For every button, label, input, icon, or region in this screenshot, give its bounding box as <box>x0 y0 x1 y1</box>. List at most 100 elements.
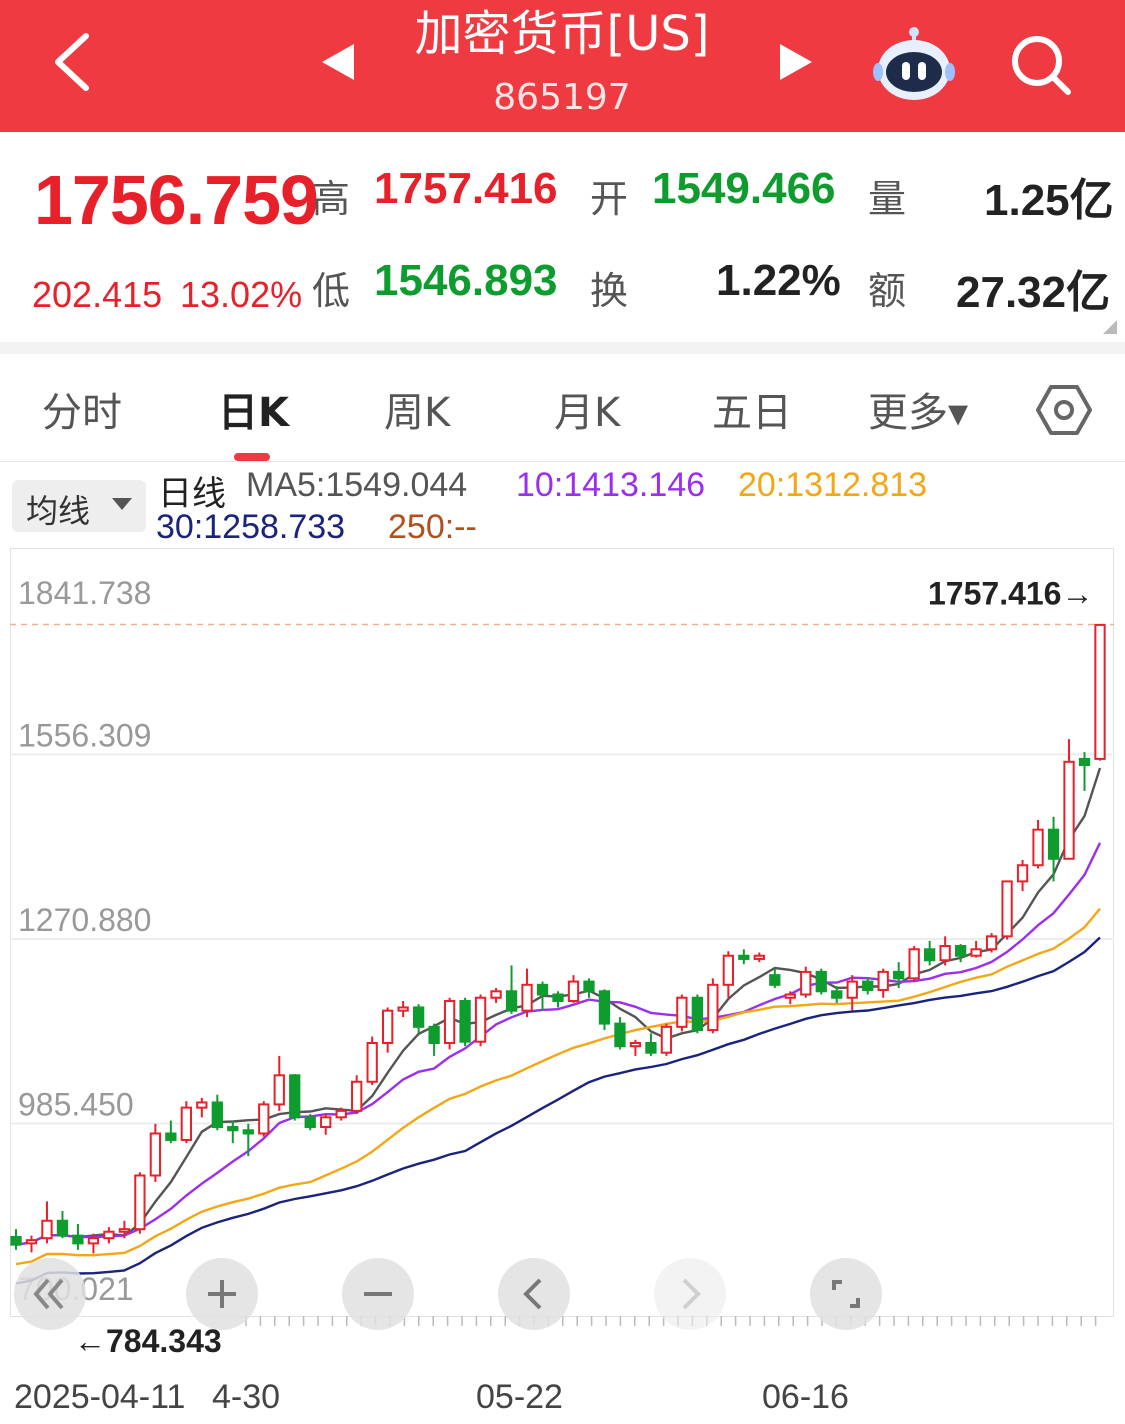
candle-up <box>134 1174 146 1231</box>
candle-up <box>985 935 998 951</box>
x-tick-label: 05-22 <box>476 1378 563 1416</box>
active-tab-indicator <box>234 453 270 461</box>
last-price: 1756.759 <box>34 161 319 239</box>
reset-view-button[interactable] <box>14 1258 86 1330</box>
candle-down <box>614 1022 626 1048</box>
tab-daily-k[interactable]: 日K <box>218 380 289 438</box>
chevron-left-icon <box>523 1278 542 1310</box>
zoom-in-button[interactable] <box>186 1258 258 1330</box>
open-label: 开 <box>590 177 629 221</box>
chart-frame <box>10 548 1114 1317</box>
candle-down <box>289 1074 301 1119</box>
back-chevron-icon[interactable] <box>40 22 110 102</box>
candle-up <box>846 980 858 999</box>
y-tick-label: 1556.309 <box>18 717 151 753</box>
zoom-out-button[interactable] <box>342 1258 414 1330</box>
high-label: 高 <box>312 177 351 221</box>
candle-up <box>567 980 580 1002</box>
candle-up <box>320 1116 332 1129</box>
candle-up <box>149 1132 162 1177</box>
candle-down <box>552 993 564 1002</box>
candle-up <box>722 954 734 986</box>
scroll-right-button[interactable] <box>654 1258 726 1330</box>
volume-value: 1.25亿 <box>984 176 1114 225</box>
candle-up <box>676 996 688 1028</box>
candle-up <box>1063 760 1075 860</box>
ma-type-dropdown[interactable]: 均线 <box>12 480 146 532</box>
double-chevron-left-icon <box>33 1278 64 1310</box>
search-icon[interactable] <box>1006 30 1076 100</box>
period-tabs: 分时 日K 周K 月K 五日 更多▾ <box>0 354 1125 462</box>
fullscreen-button[interactable] <box>810 1258 882 1330</box>
scroll-left-button[interactable] <box>498 1258 570 1330</box>
candle-up <box>41 1219 53 1240</box>
candle-down <box>862 980 874 991</box>
candle-up <box>397 1006 409 1012</box>
candle-up <box>629 1041 642 1048</box>
previous-stock-icon[interactable] <box>318 40 362 84</box>
candle-down <box>211 1101 223 1129</box>
turnover-value: 1.22% <box>716 256 841 305</box>
x-tick-label: 06-16 <box>762 1378 849 1416</box>
candle-up <box>707 983 719 1032</box>
ma10-readout: 10:1413.146 <box>516 466 706 504</box>
quote-panel: 1756.759 202.415 13.02% 高 1757.416 低 154… <box>0 132 1125 342</box>
ma-line-ma20 <box>15 907 1101 1266</box>
tab-more[interactable]: 更多▾ <box>868 380 968 438</box>
stock-code: 865197 <box>493 77 631 118</box>
candle-down <box>1078 757 1091 767</box>
candle-up <box>474 996 487 1043</box>
candle-down <box>10 1235 22 1246</box>
section-divider <box>0 342 1125 354</box>
candle-up <box>800 970 812 996</box>
candle-up <box>25 1239 38 1245</box>
candle-down <box>893 970 905 980</box>
settings-hexagon-icon[interactable] <box>1036 382 1092 438</box>
candle-down <box>412 1006 425 1028</box>
robot-assistant-icon[interactable] <box>872 24 956 104</box>
candle-down <box>598 990 611 1025</box>
candle-up <box>908 948 920 980</box>
candle-up <box>87 1237 100 1245</box>
candle-down <box>505 990 518 1012</box>
low-value: 1546.893 <box>374 256 558 305</box>
candle-up <box>1094 623 1106 760</box>
stock-title: 加密货币[US] <box>414 6 710 62</box>
tab-monthly-k[interactable]: 月K <box>554 380 620 438</box>
price-change: 202.415 <box>32 274 163 315</box>
price-change-percent: 13.02% <box>180 274 303 315</box>
tab-intraday[interactable]: 分时 <box>42 380 122 438</box>
candle-down <box>304 1116 316 1129</box>
candle-up <box>382 1009 394 1044</box>
chevron-down-icon <box>112 498 132 510</box>
volume-label: 量 <box>868 177 907 221</box>
candle-up <box>939 945 951 962</box>
amount-value: 27.32亿 <box>956 268 1111 317</box>
candle-down <box>645 1041 657 1054</box>
candlestick-chart[interactable]: 1841.7381556.3091270.880985.450700.02117… <box>10 548 1114 1356</box>
candle-up <box>103 1230 115 1240</box>
candle-up <box>1032 828 1044 867</box>
candle-down <box>1047 828 1060 860</box>
y-tick-label: 985.450 <box>18 1087 134 1123</box>
tab-weekly-k[interactable]: 周K <box>384 380 450 438</box>
next-stock-icon[interactable] <box>772 40 816 84</box>
candle-up <box>490 990 502 999</box>
fullscreen-icon <box>832 1280 860 1308</box>
candle-down <box>227 1126 239 1132</box>
candle-down <box>831 990 843 999</box>
ma20-readout: 20:1312.813 <box>738 466 928 504</box>
candle-up <box>180 1106 192 1141</box>
candle-up <box>366 1041 378 1083</box>
candle-up <box>443 999 456 1044</box>
turnover-label: 换 <box>590 269 629 313</box>
max-price-annotation: 1757.416→ <box>928 576 1093 612</box>
candle-up <box>258 1103 270 1135</box>
candle-down <box>954 945 967 957</box>
candle-up <box>521 983 533 1012</box>
ma5-readout: MA5:1549.044 <box>246 466 468 504</box>
candle-up <box>351 1080 363 1112</box>
expand-corner-icon[interactable] <box>1103 320 1117 334</box>
y-tick-label: 1841.738 <box>18 575 151 611</box>
tab-five-day[interactable]: 五日 <box>712 380 792 438</box>
